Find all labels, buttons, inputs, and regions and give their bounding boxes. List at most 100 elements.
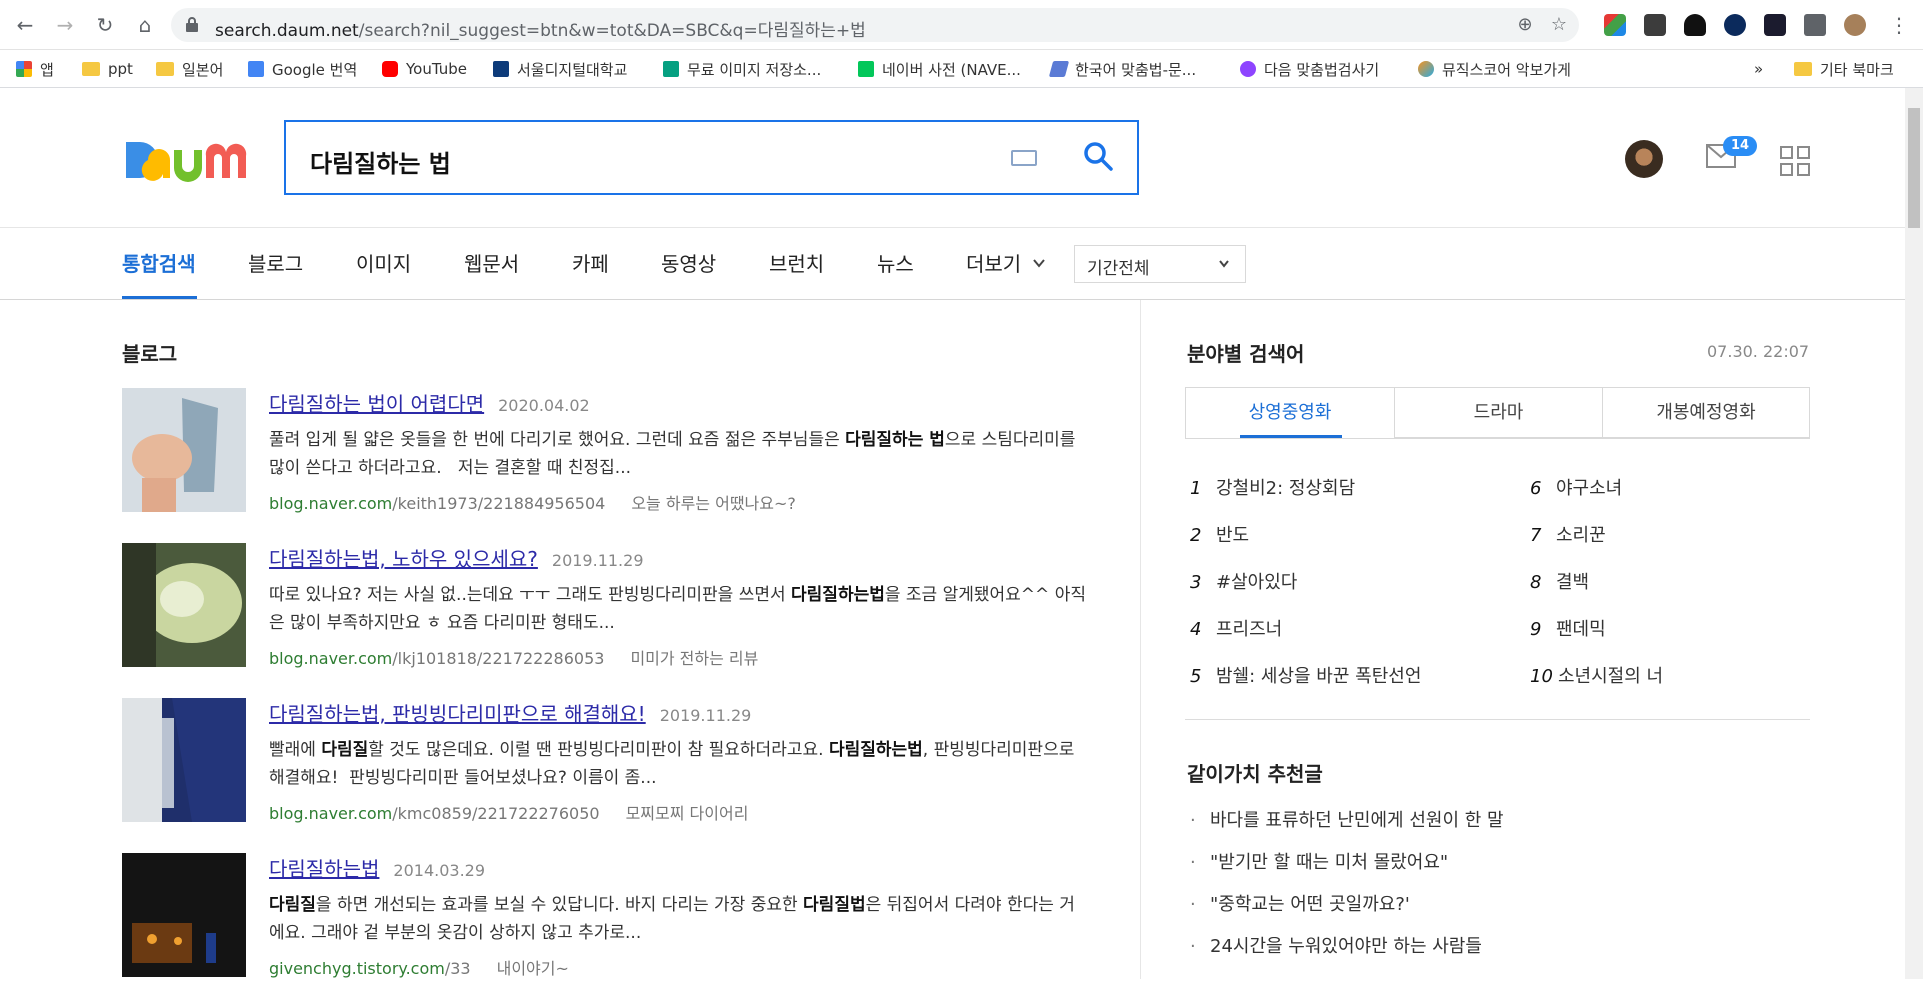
recommend-item[interactable]: · "중학교는 어떤 곳일까요?' — [1190, 890, 1410, 916]
daum-header: 다림질하는 법 14 — [0, 88, 1905, 228]
result-snippet: 풀려 입게 될 얇은 옷들을 한 번에 다리기로 했어요. 그런데 요즘 젊은 … — [269, 430, 1076, 478]
bookmark-naver-dictionary[interactable]: 네이버 사전 (NAVE... — [858, 58, 1021, 80]
bookmark-japanese[interactable]: 일본어 — [156, 58, 223, 80]
chevron-down-icon[interactable] — [1032, 256, 1046, 270]
ranking-item[interactable]: 10 소년시절의 너 — [1530, 662, 1663, 688]
bookmark-ppt[interactable]: ppt — [82, 58, 133, 80]
ranking-timestamp: 07.30. 22:07 — [1707, 342, 1810, 361]
tab-image[interactable]: 이미지 — [356, 248, 411, 277]
apps-grid-icon[interactable] — [1780, 146, 1810, 176]
back-arrow-icon[interactable]: ← — [12, 12, 38, 38]
tab-integrated[interactable]: 통합검색 — [122, 248, 196, 277]
zoom-icon[interactable]: ⊕ — [1515, 15, 1535, 35]
ranking-item[interactable]: 6 야구소녀 — [1530, 474, 1622, 500]
blog-result: 다림질하는법, 판빙빙다리미판으로 해결해요! 2019.11.29 빨래에 다림… — [122, 698, 1092, 838]
home-icon[interactable]: ⌂ — [132, 12, 158, 38]
period-select-value: 기간전체 — [1087, 259, 1150, 279]
reload-icon[interactable]: ↻ — [92, 12, 118, 38]
page-scrollbar[interactable] — [1905, 88, 1923, 979]
sdu-icon — [493, 61, 509, 77]
result-date: 2020.04.02 — [498, 396, 590, 415]
search-icon[interactable] — [1082, 140, 1114, 172]
ranking-item[interactable]: 7 소리꾼 — [1530, 521, 1606, 547]
daum-logo[interactable] — [122, 134, 252, 186]
result-title-link[interactable]: 다림질하는법, 판빙빙다리미판으로 해결해요! 2019.11.29 — [269, 698, 751, 727]
ranking-item[interactable]: 2 반도 — [1190, 521, 1249, 547]
bookmark-sdu[interactable]: 서울디지털대학교 — [493, 58, 627, 80]
forward-arrow-icon[interactable]: → — [52, 12, 78, 38]
result-blog-name[interactable]: 내이야기~ — [497, 959, 569, 978]
bookmark-google-translate[interactable]: Google 번역 — [248, 58, 357, 80]
ranking-item[interactable]: 1 강철비2: 정상회담 — [1190, 474, 1355, 500]
user-avatar[interactable] — [1625, 140, 1663, 178]
result-url[interactable]: givenchyg.tistory.com/33 내이야기~ — [269, 955, 569, 979]
bookmark-musicscore[interactable]: 뮤직스코어 악보가게 — [1418, 58, 1571, 80]
bookmark-free-images[interactable]: 무료 이미지 저장소... — [663, 58, 821, 80]
lock-icon — [186, 17, 198, 32]
ranking-item[interactable]: 4 프리즈너 — [1190, 615, 1282, 641]
result-url[interactable]: blog.naver.com/keith1973/221884956504 오늘 … — [269, 490, 796, 514]
recommend-item[interactable]: · 24시간을 누워있어야만 하는 사람들 — [1190, 932, 1482, 958]
period-select[interactable]: 기간전체 — [1074, 245, 1246, 283]
bookmarks-overflow-button[interactable]: » — [1754, 58, 1763, 80]
recommend-item[interactable]: · 바다를 표류하던 난민에게 선원이 한 말 — [1190, 806, 1504, 832]
ranking-item[interactable]: 5 밤쉘: 세상을 바꾼 폭탄선언 — [1190, 662, 1421, 688]
bookmark-korean-spellcheck[interactable]: 한국어 맞춤법-문... — [1048, 58, 1196, 80]
recommend-item[interactable]: · "받기만 할 때는 미처 몰랐어요" — [1190, 848, 1448, 874]
star-icon[interactable]: ☆ — [1549, 15, 1569, 35]
result-title-link[interactable]: 다림질하는 법이 어렵다면 2020.04.02 — [269, 388, 590, 417]
search-box[interactable]: 다림질하는 법 — [284, 120, 1139, 195]
result-blog-name[interactable]: 미미가 전하는 리뷰 — [630, 649, 758, 668]
profile-avatar-icon[interactable] — [1844, 14, 1866, 36]
dictionary-extension-icon[interactable] — [1764, 14, 1786, 36]
bookmark-apps[interactable]: 앱 — [16, 58, 54, 80]
download-extension-icon[interactable] — [1684, 14, 1706, 36]
tab-more[interactable]: 더보기 — [966, 248, 1021, 277]
kebab-menu-icon[interactable]: ⋮ — [1886, 12, 1912, 38]
ranking-tab-drama[interactable]: 드라마 — [1394, 388, 1602, 438]
tab-video[interactable]: 동영상 — [661, 248, 716, 277]
section-divider — [1185, 719, 1810, 720]
ranking-tab-upcoming[interactable]: 개봉예정영화 — [1602, 388, 1809, 438]
result-blog-name[interactable]: 모찌모찌 다이어리 — [626, 804, 749, 823]
search-input[interactable]: 다림질하는 법 — [310, 144, 451, 179]
ranking-item[interactable]: 3 #살아있다 — [1190, 568, 1297, 594]
result-url[interactable]: blog.naver.com/kmc0859/221722276050 모찌모찌 … — [269, 800, 748, 824]
result-title-link[interactable]: 다림질하는법, 노하우 있으세요? 2019.11.29 — [269, 543, 644, 572]
result-thumbnail-clothes[interactable] — [122, 698, 246, 822]
url-host: search.daum.net — [215, 21, 359, 41]
bookmark-other[interactable]: 기타 북마크 — [1794, 58, 1894, 80]
chevron-down-icon — [1219, 260, 1229, 268]
shield-extension-icon[interactable] — [1724, 14, 1746, 36]
address-bar[interactable]: search.daum.net/search?nil_suggest=btn&w… — [171, 8, 1579, 42]
result-snippet: 다림질을 하면 개선되는 효과를 보실 수 있답니다. 바지 다리는 가장 중요… — [269, 895, 1075, 943]
ranking-item[interactable]: 9 팬데믹 — [1530, 615, 1606, 641]
tab-webdoc[interactable]: 웹문서 — [464, 248, 519, 277]
browser-toolbar: ← → ↻ ⌂ search.daum.net/search?nil_sugge… — [0, 0, 1923, 50]
result-thumbnail-steam-iron[interactable] — [122, 388, 246, 512]
result-blog-name[interactable]: 오늘 하루는 어땠나요~? — [631, 494, 796, 513]
folder-icon — [1794, 62, 1812, 76]
scrollbar-thumb[interactable] — [1908, 108, 1920, 228]
result-thumbnail-night-street[interactable] — [122, 853, 246, 977]
result-snippet: 따로 있나요? 저는 사실 없..는데요 ㅜㅜ 그래도 판빙빙다리미판을 쓰면서… — [269, 585, 1086, 633]
result-title-link[interactable]: 다림질하는법 2014.03.29 — [269, 853, 485, 882]
bookmark-daum-spellcheck[interactable]: 다음 맞춤법검사기 — [1240, 58, 1379, 80]
tab-news[interactable]: 뉴스 — [877, 248, 914, 277]
search-tabs: 통합검색 블로그 이미지 웹문서 카페 동영상 브런치 뉴스 더보기 — [0, 228, 1905, 300]
google-translate-icon — [248, 61, 264, 77]
bookmark-youtube[interactable]: YouTube — [382, 58, 467, 80]
puzzle-extension-icon[interactable] — [1804, 14, 1826, 36]
tab-brunch[interactable]: 브런치 — [769, 248, 824, 277]
tab-cafe[interactable]: 카페 — [572, 248, 609, 277]
result-url[interactable]: blog.naver.com/lkj101818/221722286053 미미가… — [269, 645, 758, 669]
ranking-item[interactable]: 8 결백 — [1530, 568, 1589, 594]
ranking-tab-now-showing[interactable]: 상영중영화 — [1186, 388, 1394, 438]
result-date: 2014.03.29 — [393, 861, 486, 880]
result-thumbnail-ironing-board[interactable] — [122, 543, 246, 667]
tab-blog[interactable]: 블로그 — [248, 248, 303, 277]
keyboard-icon[interactable] — [1011, 150, 1037, 166]
bulb-extension-icon[interactable] — [1644, 14, 1666, 36]
colorful-extension-icon[interactable] — [1604, 14, 1626, 36]
result-snippet: 빨래에 다림질할 것도 많은데요. 이럴 땐 판빙빙다리미판이 참 필요하더라고… — [269, 740, 1075, 788]
